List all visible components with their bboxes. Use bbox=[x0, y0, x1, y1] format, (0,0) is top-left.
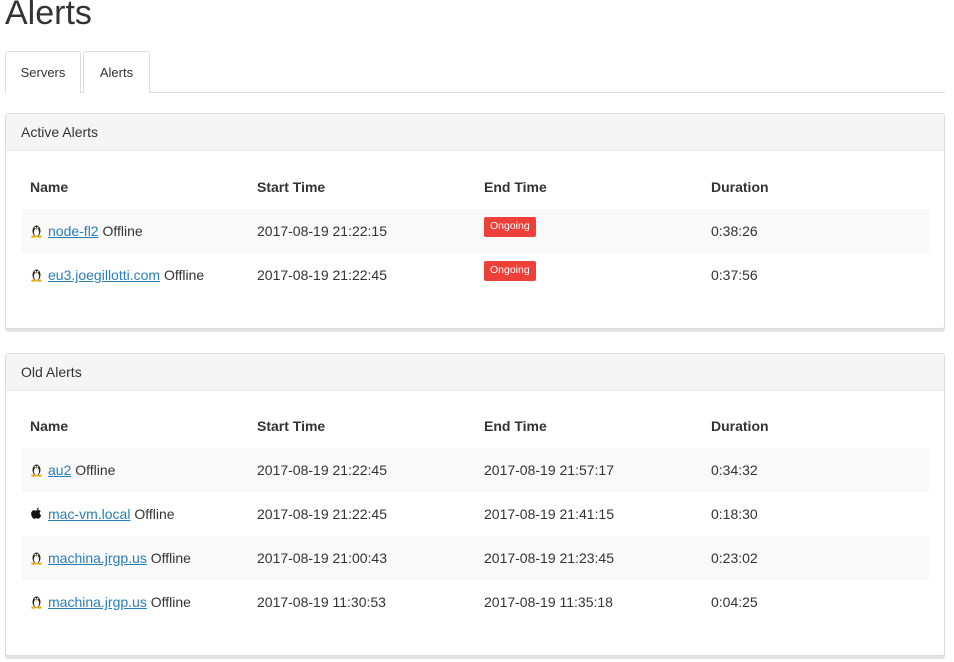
active-alerts-table: Name Start Time End Time Duration node-f… bbox=[22, 165, 929, 297]
duration-cell: 0:38:26 bbox=[703, 209, 929, 253]
duration-cell: 0:04:25 bbox=[711, 594, 758, 610]
linux-tux-icon bbox=[31, 225, 42, 238]
column-header-duration: Duration bbox=[711, 179, 769, 195]
active-alerts-panel: Active Alerts Name Start Time End Time D… bbox=[5, 113, 945, 329]
old-alerts-table: Name Start Time End Time Duration au2 Of… bbox=[22, 404, 929, 624]
table-row: node-fl2 Offline 2017-08-19 21:22:15 Ong… bbox=[22, 209, 929, 253]
server-link[interactable]: machina.jrgp.us bbox=[48, 550, 147, 566]
old-alerts-panel: Old Alerts Name Start Time End Time Dura… bbox=[5, 353, 945, 656]
server-link[interactable]: machina.jrgp.us bbox=[48, 594, 147, 610]
column-header-duration: Duration bbox=[711, 418, 769, 434]
name-cell: au2 Offline bbox=[22, 448, 249, 492]
table-row: eu3.joegillotti.com Offline 2017-08-19 2… bbox=[22, 253, 929, 297]
column-header-end-time: End Time bbox=[484, 418, 547, 434]
end-time-cell: 2017-08-19 21:41:15 bbox=[484, 506, 614, 522]
column-header-name: Name bbox=[30, 179, 69, 195]
table-row: machina.jrgp.us Offline 2017-08-19 21:00… bbox=[22, 536, 929, 580]
start-time-cell: 2017-08-19 11:30:53 bbox=[257, 594, 386, 610]
tab-bar: Servers Alerts bbox=[5, 51, 945, 93]
linux-tux-icon bbox=[31, 464, 42, 477]
duration-cell: 0:18:30 bbox=[711, 506, 758, 522]
start-time-cell: 2017-08-19 21:22:45 bbox=[257, 267, 387, 283]
alert-status: Offline bbox=[75, 462, 116, 478]
name-cell: node-fl2 Offline bbox=[22, 209, 249, 253]
server-link[interactable]: eu3.joegillotti.com bbox=[48, 267, 160, 283]
column-header-start-time: Start Time bbox=[257, 418, 326, 434]
server-link[interactable]: node-fl2 bbox=[48, 223, 99, 239]
page-title: Alerts bbox=[5, 0, 92, 32]
ongoing-badge: Ongoing bbox=[484, 260, 536, 281]
duration-cell: 0:34:32 bbox=[703, 448, 929, 492]
server-link[interactable]: au2 bbox=[48, 462, 71, 478]
linux-tux-icon bbox=[31, 596, 42, 609]
alert-status: Offline bbox=[163, 267, 205, 283]
tab-alerts[interactable]: Alerts bbox=[83, 51, 150, 93]
duration-cell: 0:23:02 bbox=[703, 536, 929, 580]
end-time-cell: 2017-08-19 11:35:18 bbox=[484, 594, 613, 610]
server-link[interactable]: mac-vm.local bbox=[48, 506, 130, 522]
old-alerts-heading: Old Alerts bbox=[6, 354, 944, 391]
linux-tux-icon bbox=[31, 552, 42, 565]
alert-status: Offline bbox=[150, 594, 191, 610]
start-time-cell: 2017-08-19 21:22:45 bbox=[257, 506, 387, 522]
start-time-cell: 2017-08-19 21:00:43 bbox=[249, 536, 476, 580]
end-time-cell: 2017-08-19 21:23:45 bbox=[476, 536, 703, 580]
apple-icon bbox=[31, 507, 42, 519]
end-time-cell: Ongoing bbox=[476, 209, 703, 253]
name-cell: machina.jrgp.us Offline bbox=[22, 536, 249, 580]
column-header-name: Name bbox=[30, 418, 69, 434]
table-row: au2 Offline 2017-08-19 21:22:45 2017-08-… bbox=[22, 448, 929, 492]
column-header-start-time: Start Time bbox=[257, 179, 326, 195]
end-time-cell: Ongoing bbox=[476, 253, 703, 297]
start-time-cell: 2017-08-19 21:22:45 bbox=[249, 448, 476, 492]
name-cell: machina.jrgp.us Offline bbox=[22, 580, 249, 624]
alert-status: Offline bbox=[134, 506, 175, 522]
table-row: machina.jrgp.us Offline 2017-08-19 11:30… bbox=[22, 580, 929, 624]
column-header-end-time: End Time bbox=[484, 179, 547, 195]
alert-status: Offline bbox=[102, 223, 143, 239]
active-alerts-heading: Active Alerts bbox=[6, 114, 944, 151]
alert-status: Offline bbox=[150, 550, 191, 566]
start-time-cell: 2017-08-19 21:22:15 bbox=[249, 209, 476, 253]
linux-tux-icon bbox=[31, 269, 42, 282]
name-cell: eu3.joegillotti.com Offline bbox=[22, 253, 249, 297]
duration-cell: 0:37:56 bbox=[711, 267, 758, 283]
table-row: mac-vm.local Offline 2017-08-19 21:22:45… bbox=[22, 492, 929, 536]
tab-servers[interactable]: Servers bbox=[5, 51, 81, 93]
ongoing-badge: Ongoing bbox=[484, 216, 536, 237]
end-time-cell: 2017-08-19 21:57:17 bbox=[476, 448, 703, 492]
name-cell: mac-vm.local Offline bbox=[22, 492, 249, 536]
